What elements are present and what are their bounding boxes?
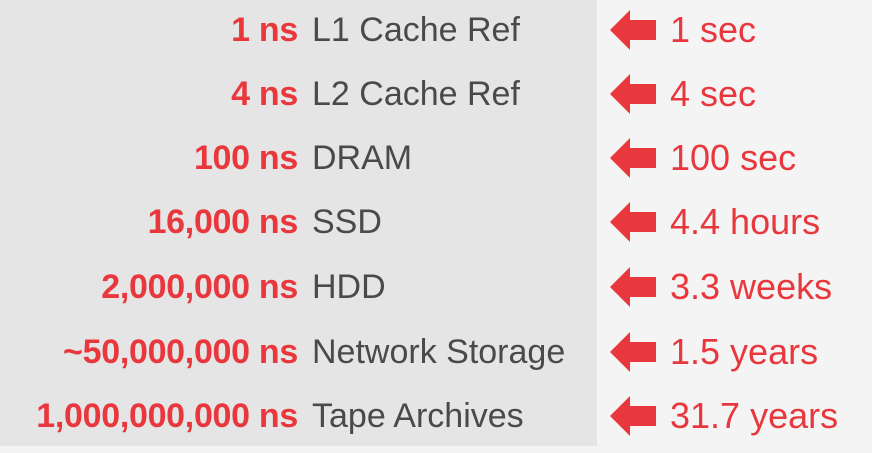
human-time: 100 sec (670, 137, 797, 178)
row-hdd: 2,000,000 ns HDD 3.3 weeks (0, 257, 872, 317)
storage-label: L1 Cache Ref (312, 11, 520, 49)
left-arrow-icon (610, 10, 656, 50)
storage-label: HDD (312, 268, 386, 306)
left-arrow-icon (610, 396, 656, 436)
row-tape-archives: 1,000,000,000 ns Tape Archives 31.7 year… (0, 386, 872, 446)
storage-label: SSD (312, 203, 382, 241)
row-network-storage: ~50,000,000 ns Network Storage 1.5 years (0, 322, 872, 382)
row-dram: 100 ns DRAM 100 sec (0, 128, 872, 188)
left-arrow-icon (610, 332, 656, 372)
row-l2-cache: 4 ns L2 Cache Ref 4 sec (0, 64, 872, 124)
latency-value: 100 ns (193, 139, 298, 177)
latency-value: 2,000,000 ns (101, 268, 298, 306)
storage-label: DRAM (312, 139, 413, 177)
latency-value: 16,000 ns (147, 203, 299, 241)
human-time: 3.3 weeks (670, 266, 833, 307)
storage-label: L2 Cache Ref (312, 75, 520, 113)
latency-value: 1 ns (231, 11, 298, 49)
left-arrow-icon (610, 202, 656, 242)
row-ssd: 16,000 ns SSD 4.4 hours (0, 192, 872, 252)
storage-label: Tape Archives (312, 397, 524, 435)
left-arrow-icon (610, 267, 656, 307)
left-arrow-icon (610, 138, 656, 178)
latency-value: 1,000,000,000 ns (36, 397, 298, 435)
row-l1-cache: 1 ns L1 Cache Ref 1 sec (0, 0, 872, 60)
left-arrow-icon (610, 74, 656, 114)
human-time: 4 sec (670, 73, 757, 114)
human-time: 31.7 years (670, 395, 839, 436)
human-time: 1 sec (670, 9, 757, 50)
human-time: 4.4 hours (670, 201, 821, 242)
latency-value: ~50,000,000 ns (63, 333, 298, 371)
latency-value: 4 ns (231, 75, 298, 113)
human-time: 1.5 years (670, 331, 819, 372)
storage-label: Network Storage (312, 333, 566, 371)
